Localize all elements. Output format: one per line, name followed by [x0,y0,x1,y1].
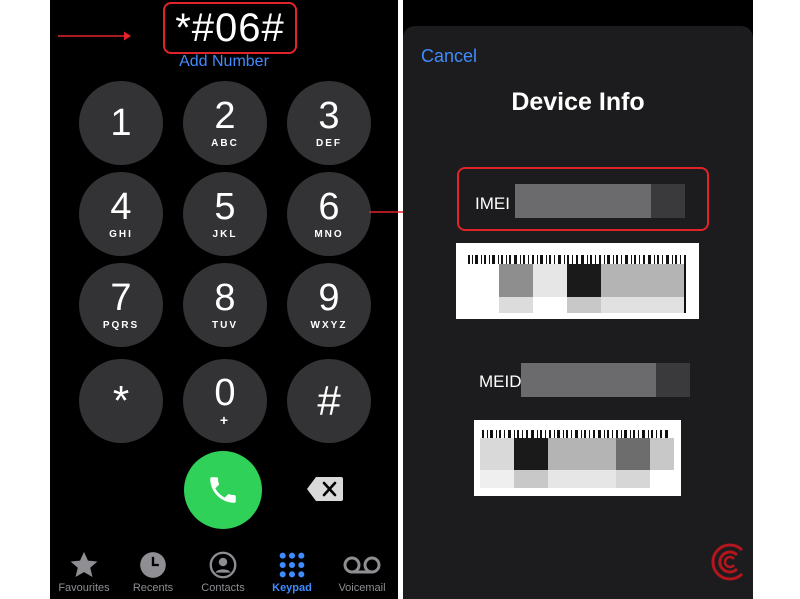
key-letters: PQRS [102,320,140,331]
key-letters: GHI [109,229,133,240]
page-title: Device Info [511,88,645,116]
key-8[interactable]: 8 TUV [183,263,267,347]
tab-label: Favourites [58,582,110,594]
tab-keypad[interactable]: Keypad [258,548,326,594]
key-digit: 7 [110,277,132,319]
key-digit: 4 [110,186,132,228]
key-9[interactable]: 9 WXYZ [287,263,371,347]
watermark-logo [711,543,744,581]
backspace-icon [307,477,343,501]
key-2[interactable]: 2 ABC [183,81,267,165]
key-digit: # [317,377,341,424]
phone-keypad-screen: *#06# Add Number 1 2 ABC 3 DEF 4 GHI 5 JKL 6 MNO 7 P… [50,0,398,599]
tab-voicemail[interactable]: Voicemail [328,548,396,594]
key-1[interactable]: 1 [79,81,163,165]
imei-label: IMEI [475,194,510,213]
tab-recents[interactable]: Recents [119,548,187,594]
key-digit: 0 [214,372,236,414]
tab-label: Voicemail [338,582,386,594]
key-digit: 2 [214,95,236,137]
key-star[interactable]: * [79,359,163,443]
key-letters: + [219,412,231,428]
imei-value-redacted-end [651,184,685,218]
star-icon [70,551,98,577]
cancel-button[interactable]: Cancel [421,46,477,67]
imei-value-redacted [515,184,651,218]
call-button[interactable] [184,451,262,529]
meid-value-redacted-end [656,363,690,397]
delete-button[interactable] [306,476,344,502]
meid-barcode [474,420,681,496]
key-letters: DEF [316,138,342,149]
key-letters: WXYZ [310,320,348,331]
meid-label: MEID [479,372,522,391]
device-info-screen: Cancel Device Info IMEI MEID [403,0,753,599]
key-5[interactable]: 5 JKL [183,172,267,256]
key-4[interactable]: 4 GHI [79,172,163,256]
key-letters: MNO [314,229,344,240]
key-letters: ABC [211,138,239,149]
tab-label: Keypad [272,582,312,594]
clock-icon [140,552,166,578]
add-number-link[interactable]: Add Number [174,53,274,71]
key-letters: TUV [212,320,238,331]
keypad-icon [279,552,305,578]
key-digit: 3 [318,95,340,137]
tab-label: Recents [132,582,174,594]
voicemail-icon [343,556,381,574]
key-digit: 9 [318,277,340,319]
annotation-arrow-left [58,31,131,41]
key-digit: 5 [214,186,236,228]
key-0[interactable]: 0 + [183,359,267,443]
key-3[interactable]: 3 DEF [287,81,371,165]
phone-icon [210,477,236,503]
key-7[interactable]: 7 PQRS [79,263,163,347]
key-digit: 8 [214,277,236,319]
tab-label: Contacts [201,582,245,594]
tab-contacts[interactable]: Contacts [189,548,257,594]
key-digit: 6 [318,186,340,228]
contact-icon [209,551,237,579]
dialed-number: *#06# [163,2,297,54]
key-digit: * [112,377,130,424]
tab-favourites[interactable]: Favourites [50,548,118,594]
key-6[interactable]: 6 MNO [287,172,371,256]
key-hash[interactable]: # [287,359,371,443]
key-digit: 1 [110,102,132,144]
tab-bar: Favourites Recents Contacts Keypad Voice… [50,548,398,599]
meid-value-redacted [521,363,656,397]
imei-barcode [456,243,699,319]
key-letters: JKL [212,229,238,240]
